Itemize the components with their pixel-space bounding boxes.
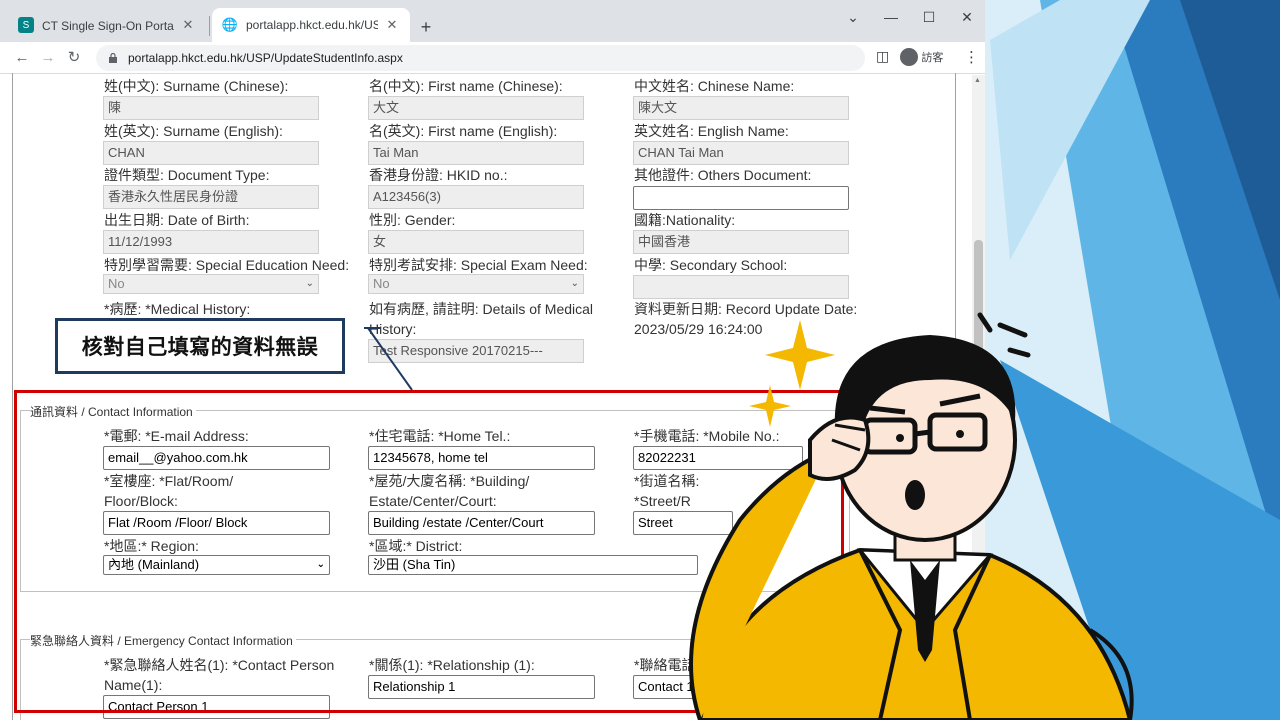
secondary-school-label: 中學: Secondary School: xyxy=(634,257,788,273)
callout-text: 核對自己填寫的資料無誤 xyxy=(81,336,319,359)
firstname-cn-field: 大文 xyxy=(368,96,584,120)
tab-search-icon[interactable]: ⌄ xyxy=(838,9,868,31)
chinese-name-label: 中文姓名: Chinese Name: xyxy=(634,78,795,94)
tab-portalapp[interactable]: 🌐 portalapp.hkct.edu.hk/USP/Up ✕ xyxy=(212,8,410,42)
surname-en-field: CHAN xyxy=(103,141,319,165)
url-text: portalapp.hkct.edu.hk/USP/UpdateStudentI… xyxy=(128,51,403,65)
special-exam-select: No ⌄ xyxy=(368,274,584,294)
surname-en-label: 姓(英文): Surname (English): xyxy=(104,123,283,139)
gender-field: 女 xyxy=(368,230,584,254)
english-name-label: 英文姓名: English Name: xyxy=(634,123,789,139)
special-exam-value: No xyxy=(373,276,390,291)
close-icon[interactable]: ✕ xyxy=(180,17,196,33)
medical-details-label-1: 如有病歷, 請註明: Details of Medical xyxy=(369,301,594,317)
scroll-up-icon[interactable]: ▲ xyxy=(974,77,981,84)
callout-box: 核對自己填寫的資料無誤 xyxy=(55,318,345,374)
nationality-field: 中國香港 xyxy=(633,230,849,254)
minimize-icon[interactable]: — xyxy=(876,9,906,31)
special-edu-value: No xyxy=(108,276,125,291)
businessman-illustration xyxy=(689,312,1134,720)
sparkle-icon xyxy=(749,320,835,427)
surname-cn-label: 姓(中文): Surname (Chinese): xyxy=(104,78,289,94)
doc-type-field: 香港永久性居民身份證 xyxy=(103,185,319,209)
more-menu-icon[interactable]: ⋮ xyxy=(964,48,979,66)
firstname-en-field: Tai Man xyxy=(368,141,584,165)
browser-toolbar: ← → ↻ portalapp.hkct.edu.hk/USP/UpdateSt… xyxy=(0,42,985,74)
tab-title: CT Single Sign-On Portal - 首頁 xyxy=(42,18,174,33)
chevron-down-icon: ⌄ xyxy=(570,278,579,289)
english-name-field: CHAN Tai Man xyxy=(633,141,849,165)
firstname-cn-label: 名(中文): First name (Chinese): xyxy=(369,78,563,94)
close-window-icon[interactable]: ✕ xyxy=(952,9,982,31)
dob-field: 11/12/1993 xyxy=(103,230,319,254)
chevron-down-icon: ⌄ xyxy=(305,278,314,289)
tab-bar: S CT Single Sign-On Portal - 首頁 ✕ 🌐 port… xyxy=(0,0,985,42)
guest-label: 訪客 xyxy=(921,52,944,64)
maximize-icon[interactable]: ☐ xyxy=(914,9,944,31)
tab-sso-portal[interactable]: S CT Single Sign-On Portal - 首頁 ✕ xyxy=(8,8,206,42)
callout-pointer xyxy=(364,327,413,391)
forward-arrow-icon[interactable]: → xyxy=(38,48,58,68)
globe-icon: 🌐 xyxy=(221,17,239,32)
dob-label: 出生日期: Date of Birth: xyxy=(104,212,250,228)
special-edu-label: 特別學習需要: Special Education Need: xyxy=(104,257,350,273)
sharepoint-icon: S xyxy=(18,17,34,33)
secondary-school-field xyxy=(633,275,849,299)
tab-title: portalapp.hkct.edu.hk/USP/Up xyxy=(246,18,378,32)
special-edu-select: No ⌄ xyxy=(103,274,319,294)
other-doc-input[interactable] xyxy=(633,186,849,210)
avatar-icon xyxy=(900,48,918,66)
surname-cn-field: 陳 xyxy=(103,96,319,120)
special-exam-label: 特別考試安排: Special Exam Need: xyxy=(369,257,588,273)
tab-separator xyxy=(209,16,210,36)
side-panel-icon[interactable]: ◫ xyxy=(876,48,889,65)
gender-label: 性別: Gender: xyxy=(369,212,456,228)
firstname-en-label: 名(英文): First name (English): xyxy=(369,123,558,139)
profile-button[interactable]: 訪客 xyxy=(900,48,943,66)
new-tab-button[interactable]: + xyxy=(416,17,436,38)
close-icon[interactable]: ✕ xyxy=(384,17,400,33)
back-arrow-icon[interactable]: ← xyxy=(12,48,32,68)
chinese-name-field: 陳大文 xyxy=(633,96,849,120)
hkid-label: 香港身份證: HKID no.: xyxy=(369,167,508,183)
medical-history-label: *病歷: *Medical History: xyxy=(104,301,251,317)
lock-icon xyxy=(109,53,117,63)
reload-icon[interactable]: ↻ xyxy=(64,48,84,68)
other-doc-label: 其他證件: Others Document: xyxy=(634,167,812,183)
hkid-field: A123456(3) xyxy=(368,185,584,209)
address-bar[interactable]: portalapp.hkct.edu.hk/USP/UpdateStudentI… xyxy=(96,45,865,71)
doc-type-label: 證件類型: Document Type: xyxy=(104,167,270,183)
nationality-label: 國籍:Nationality: xyxy=(634,212,736,228)
